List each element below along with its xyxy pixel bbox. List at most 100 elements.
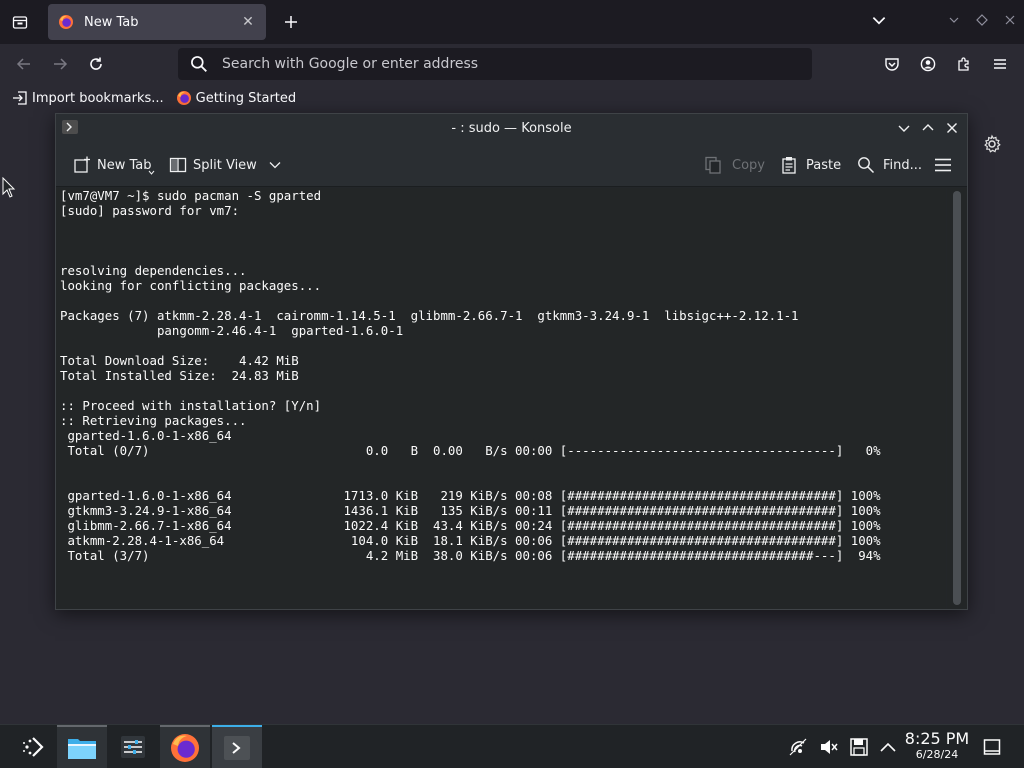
konsole-toolbar: New Tab Split View Copy Paste Find... — [56, 142, 967, 187]
clock[interactable]: 8:25 PM 6/28/24 — [900, 730, 974, 762]
close-icon[interactable] — [944, 120, 960, 136]
disk-save-icon[interactable] — [849, 737, 869, 757]
maximize-window-icon[interactable] — [974, 12, 990, 28]
terminal-scrollbar[interactable] — [947, 188, 967, 609]
steamdeck-launcher-icon — [23, 737, 44, 757]
find-button[interactable]: Find... — [857, 155, 922, 175]
clock-time: 8:25 PM — [904, 729, 970, 748]
clock-date: 6/28/24 — [915, 748, 959, 761]
firefox-logo-icon — [176, 91, 191, 105]
tab-title: New Tab — [84, 14, 139, 30]
terminal-line: Total Installed Size: 24.83 MiB — [60, 368, 299, 383]
terminal-line: Packages (7) atkmm-2.28.4-1 cairomm-1.14… — [60, 308, 799, 323]
hamburger-menu-icon — [994, 59, 1006, 69]
maximize-icon[interactable] — [920, 120, 936, 136]
window-title: - : sudo — Konsole — [451, 120, 572, 136]
new-tab-label: New Tab — [97, 157, 152, 173]
terminal-line: :: Proceed with installation? [Y/n] — [60, 398, 322, 413]
app-menu-button[interactable] — [989, 53, 1011, 75]
terminal-line: pangomm-2.46.4-1 gparted-1.6.0-1 — [60, 323, 404, 338]
reload-icon — [90, 57, 102, 70]
minimize-icon[interactable] — [896, 120, 912, 136]
konsole-menu-button[interactable] — [934, 155, 952, 175]
copy-icon — [705, 156, 721, 174]
scrollbar-thumb[interactable] — [953, 191, 961, 605]
arrow-left-icon — [16, 58, 30, 70]
bookmarks-toolbar: Import bookmarks... Getting Started — [0, 84, 1024, 112]
taskbar-file-manager[interactable] — [57, 725, 107, 768]
close-window-icon[interactable] — [1002, 12, 1018, 28]
new-tab-button[interactable]: New Tab — [73, 155, 155, 175]
paste-button[interactable]: Paste — [780, 155, 841, 175]
terminal-line: gparted-1.6.0-1-x86_64 — [60, 428, 232, 443]
new-tab-button[interactable] — [280, 11, 302, 33]
terminal-line: looking for conflicting packages... — [60, 278, 322, 293]
terminal-line: atkmm-2.28.4-1-x86_64 104.0 KiB 18.1 KiB… — [60, 533, 881, 548]
terminal-output[interactable]: [vm7@VM7 ~]$ sudo pacman -S gparted [sudo… — [56, 188, 946, 609]
terminal-line: :: Retrieving packages... — [60, 413, 247, 428]
firefox-logo-icon — [59, 15, 73, 29]
taskbar-konsole[interactable] — [212, 725, 262, 768]
konsole-window: - : sudo — Konsole New Tab Split View Co… — [55, 113, 968, 610]
konsole-titlebar[interactable]: - : sudo — Konsole — [56, 114, 967, 142]
firefox-view-icon — [12, 16, 28, 29]
account-button[interactable] — [917, 53, 939, 75]
bookmark-getting-started[interactable]: Getting Started — [176, 90, 297, 106]
chevron-up-icon[interactable] — [878, 737, 898, 757]
pocket-icon — [885, 58, 899, 71]
konsole-app-icon[interactable] — [62, 120, 78, 134]
terminal-line: gparted-1.6.0-1-x86_64 1713.0 KiB 219 Ki… — [60, 488, 881, 503]
terminal-line: [vm7@VM7 ~]$ sudo pacman -S gparted — [60, 188, 322, 203]
terminal-line: Total (3/7) 4.2 MiB 38.0 KiB/s 00:06 [##… — [60, 548, 881, 563]
back-button[interactable] — [13, 53, 35, 75]
bookmark-label: Getting Started — [195, 90, 297, 106]
terminal-line: Total Download Size: 4.42 MiB — [60, 353, 299, 368]
arrow-right-icon — [54, 58, 68, 70]
copy-button[interactable]: Copy — [704, 155, 765, 175]
minimize-window-icon[interactable] — [946, 12, 962, 28]
terminal-line: Total (0/7) 0.0 B 0.00 B/s 00:00 [------… — [60, 443, 881, 458]
paste-label: Paste — [806, 157, 842, 173]
reload-button[interactable] — [85, 53, 107, 75]
taskbar-firefox[interactable] — [160, 725, 210, 768]
address-bar-placeholder: Search with Google or enter address — [222, 56, 479, 72]
firefox-view-button[interactable] — [8, 11, 32, 33]
address-bar[interactable]: Search with Google or enter address — [178, 48, 812, 80]
account-icon — [920, 56, 936, 72]
plus-icon — [285, 16, 297, 28]
search-icon — [858, 157, 875, 174]
forward-button[interactable] — [49, 53, 71, 75]
split-view-button[interactable]: Split View — [169, 155, 281, 175]
bookmark-import[interactable]: Import bookmarks... — [12, 90, 164, 106]
taskbar-system-settings[interactable] — [108, 725, 158, 768]
application-launcher[interactable] — [8, 725, 58, 768]
terminal-line: [sudo] password for vm7: — [60, 203, 240, 218]
folder-icon — [68, 739, 96, 759]
gear-icon[interactable] — [982, 134, 1002, 154]
split-view-label: Split View — [193, 157, 257, 173]
chevron-down-icon — [148, 170, 154, 175]
import-icon — [13, 91, 27, 105]
tab-new-tab[interactable]: New Tab ✕ — [48, 4, 266, 40]
extensions-button[interactable] — [953, 53, 975, 75]
copy-label: Copy — [732, 157, 765, 173]
hamburger-menu-icon — [935, 158, 951, 172]
terminal-line: resolving dependencies... — [60, 263, 247, 278]
list-all-tabs-icon[interactable] — [870, 12, 888, 30]
bookmark-label: Import bookmarks... — [32, 90, 164, 106]
network-icon[interactable] — [788, 737, 808, 757]
show-desktop-icon[interactable] — [982, 737, 1002, 757]
volume-muted-icon[interactable] — [819, 737, 839, 757]
new-tab-icon — [74, 156, 90, 173]
puzzle-icon — [958, 57, 969, 71]
close-tab-icon[interactable]: ✕ — [240, 14, 256, 30]
pocket-button[interactable] — [881, 53, 903, 75]
terminal-prompt-icon — [66, 122, 72, 132]
firefox-tab-bar: New Tab ✕ — [0, 0, 1024, 44]
